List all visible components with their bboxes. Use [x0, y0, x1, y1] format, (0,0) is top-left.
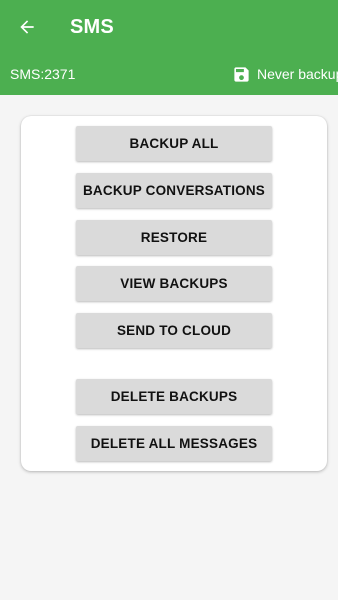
backup-conversations-button[interactable]: BACKUP CONVERSATIONS	[76, 173, 272, 208]
page-title: SMS	[70, 16, 114, 38]
delete-all-messages-button[interactable]: DELETE ALL MESSAGES	[76, 426, 272, 461]
restore-button[interactable]: RESTORE	[76, 220, 272, 255]
actions-card: BACKUP ALL BACKUP CONVERSATIONS RESTORE …	[21, 116, 327, 471]
back-arrow-icon	[20, 20, 34, 34]
app-bar: SMS SMS:2371 Never backup	[0, 0, 338, 95]
backup-status: Never backup	[232, 64, 338, 84]
view-backups-button[interactable]: VIEW BACKUPS	[76, 266, 272, 301]
delete-backups-button[interactable]: DELETE BACKUPS	[76, 379, 272, 414]
floppy-disk-icon	[234, 66, 249, 82]
sms-count: SMS:2371	[10, 66, 76, 82]
back-button[interactable]	[12, 12, 42, 42]
backup-all-button[interactable]: BACKUP ALL	[76, 126, 272, 161]
backup-status-label: Never backup	[257, 66, 338, 82]
send-to-cloud-button[interactable]: SEND TO CLOUD	[76, 313, 272, 348]
